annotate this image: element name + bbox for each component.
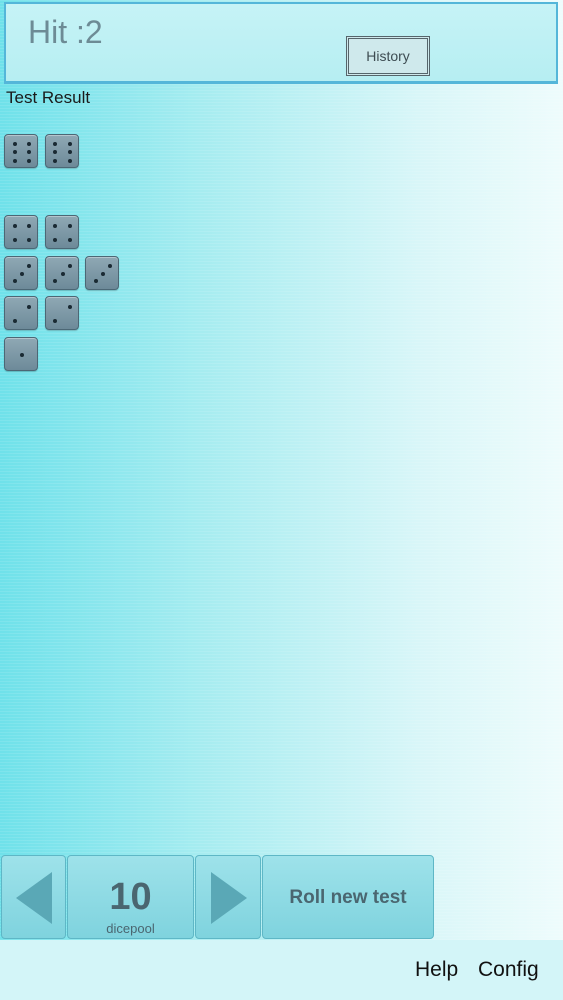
pip xyxy=(27,238,32,243)
increase-dicepool-button[interactable] xyxy=(195,855,261,939)
pip xyxy=(27,141,32,146)
die-4 xyxy=(44,215,79,249)
pip xyxy=(12,158,17,163)
test-result-title: Test Result xyxy=(6,88,91,107)
dicepool-label: dicepool xyxy=(106,921,155,936)
pip xyxy=(53,223,58,228)
history-button[interactable]: History xyxy=(346,36,430,76)
die-6 xyxy=(44,134,79,168)
pip xyxy=(12,223,17,228)
pip xyxy=(101,271,105,276)
pip xyxy=(12,238,17,243)
die-2 xyxy=(4,296,38,330)
pip xyxy=(53,141,58,146)
triangle-right-icon xyxy=(211,872,247,924)
pip xyxy=(27,304,32,309)
pip xyxy=(53,319,58,324)
pip xyxy=(67,238,72,243)
roll-new-test-button[interactable]: Roll new test xyxy=(262,855,434,939)
die-6 xyxy=(4,134,38,168)
die-3 xyxy=(4,255,38,290)
pip xyxy=(27,264,32,269)
pip xyxy=(67,150,72,154)
dicepool-display: 10 dicepool xyxy=(67,855,194,939)
die-4 xyxy=(4,215,38,249)
pip xyxy=(27,150,32,154)
hit-count: Hit :2 xyxy=(28,14,103,50)
pip xyxy=(27,158,32,163)
pip xyxy=(67,223,72,228)
die-1 xyxy=(4,336,38,371)
pip xyxy=(108,264,113,269)
pip xyxy=(53,238,58,243)
pip xyxy=(27,223,32,228)
pip xyxy=(12,278,17,283)
help-link[interactable]: Help xyxy=(415,958,458,982)
die-3 xyxy=(44,255,79,290)
decrease-dicepool-button[interactable] xyxy=(1,855,66,939)
pip xyxy=(67,264,72,269)
triangle-left-icon xyxy=(16,872,52,924)
pip xyxy=(20,271,24,276)
pip xyxy=(20,352,24,357)
pip xyxy=(67,304,72,309)
pip xyxy=(53,278,58,283)
header-bar: Hit :2 History xyxy=(4,2,558,84)
pip xyxy=(93,278,98,283)
pip xyxy=(12,141,17,146)
config-link[interactable]: Config xyxy=(478,958,539,982)
footer-bar: Help Config xyxy=(0,940,563,1000)
die-3 xyxy=(85,255,119,290)
pip xyxy=(12,319,17,324)
pip xyxy=(67,158,72,163)
pip xyxy=(67,141,72,146)
pip xyxy=(12,150,17,154)
pip xyxy=(53,158,58,163)
die-2 xyxy=(44,296,79,330)
pip xyxy=(60,271,65,276)
dicepool-value: 10 xyxy=(109,876,152,918)
pip xyxy=(53,150,58,154)
roll-new-test-label: Roll new test xyxy=(289,887,407,908)
